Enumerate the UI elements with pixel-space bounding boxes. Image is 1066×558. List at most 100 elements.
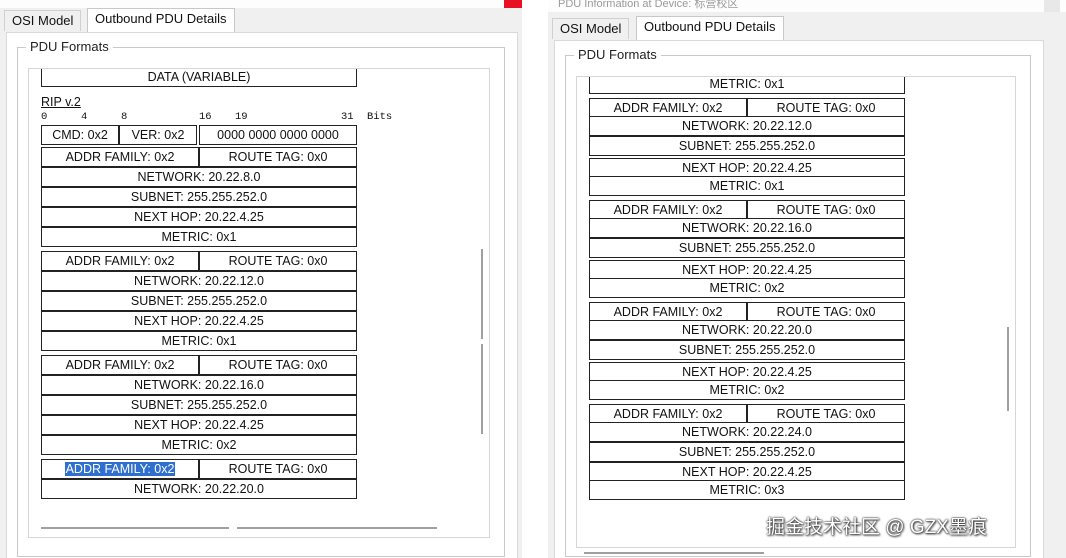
addr-family-field: ADDR FAMILY: 0x2 — [41, 147, 199, 167]
bit-label: 0 — [41, 111, 48, 123]
next-hop-field: NEXT HOP: 20.22.4.25 — [41, 415, 357, 435]
horizontal-scroll-thumb[interactable] — [584, 552, 764, 554]
pdu-formats-group: PDU Formats METRIC: 0x1 ADDR FAMILY: 0x2… — [565, 47, 1031, 558]
network-field: NETWORK: 20.22.12.0 — [589, 116, 905, 136]
selected-text[interactable]: ADDR FAMILY: 0x2 — [64, 462, 176, 476]
subnet-field: SUBNET: 255.255.252.0 — [41, 291, 357, 311]
tab-outbound-pdu-details[interactable]: Outbound PDU Details — [87, 8, 235, 33]
route-entry: ADDR FAMILY: 0x2 ROUTE TAG: 0x0 NETWORK: … — [41, 147, 357, 251]
network-field: NETWORK: 20.22.20.0 — [41, 479, 357, 499]
pdu-scroll-area[interactable]: METRIC: 0x1 ADDR FAMILY: 0x2 ROUTE TAG: 0… — [576, 76, 1016, 548]
next-hop-field: NEXT HOP: 20.22.4.25 — [589, 362, 905, 382]
subnet-field: SUBNET: 255.255.252.0 — [41, 395, 357, 415]
panel-gap — [522, 0, 548, 558]
subnet-field: SUBNET: 255.255.252.0 — [41, 187, 357, 207]
network-field: NETWORK: 20.22.16.0 — [41, 375, 357, 395]
bit-label: 19 — [235, 111, 248, 123]
addr-family-field: ADDR FAMILY: 0x2 — [589, 98, 747, 118]
subnet-field: SUBNET: 255.255.252.0 — [589, 238, 905, 258]
subnet-field: SUBNET: 255.255.252.0 — [589, 442, 905, 462]
route-tag-field: ROUTE TAG: 0x0 — [747, 200, 905, 220]
horizontal-scroll-thumb[interactable] — [41, 527, 229, 529]
pdu-formats-group: PDU Formats DATA (VARIABLE) RIP v.2 0 4 … — [17, 39, 505, 557]
horizontal-scroll-track-mark — [237, 527, 437, 529]
next-hop-field: NEXT HOP: 20.22.4.25 — [589, 260, 905, 280]
network-field: NETWORK: 20.22.24.0 — [589, 422, 905, 442]
close-button[interactable] — [1044, 0, 1060, 12]
data-variable-field: DATA (VARIABLE) — [41, 69, 357, 87]
subnet-field: SUBNET: 255.255.252.0 — [589, 340, 905, 360]
rip-title: RIP v.2 — [41, 95, 81, 109]
addr-family-field: ADDR FAMILY: 0x2 — [41, 355, 199, 375]
network-field: NETWORK: 20.22.16.0 — [589, 218, 905, 238]
subnet-field: SUBNET: 255.255.252.0 — [589, 136, 905, 156]
bit-label: 8 — [121, 111, 128, 123]
route-tag-field: ROUTE TAG: 0x0 — [199, 147, 357, 167]
next-hop-field: NEXT HOP: 20.22.4.25 — [41, 311, 357, 331]
ver-field: VER: 0x2 — [119, 125, 197, 145]
addr-family-field: ADDR FAMILY: 0x2 — [589, 302, 747, 322]
group-title: PDU Formats — [574, 47, 661, 62]
tab-content: PDU Formats METRIC: 0x1 ADDR FAMILY: 0x2… — [554, 40, 1044, 558]
route-tag-field: ROUTE TAG: 0x0 — [747, 98, 905, 118]
network-field: NETWORK: 20.22.20.0 — [589, 320, 905, 340]
bit-label: 31 — [341, 111, 354, 123]
bit-ruler: 0 4 8 16 19 31 Bits — [41, 111, 392, 125]
bit-label: 16 — [199, 111, 212, 123]
vertical-scrollbar[interactable] — [475, 69, 487, 537]
route-tag-field: ROUTE TAG: 0x0 — [199, 251, 357, 271]
network-field: NETWORK: 20.22.12.0 — [41, 271, 357, 291]
metric-field: METRIC: 0x2 — [589, 278, 905, 298]
network-field: NETWORK: 20.22.8.0 — [41, 167, 357, 187]
tab-osi-model[interactable]: OSI Model — [4, 10, 82, 31]
addr-family-field-selected[interactable]: ADDR FAMILY: 0x2 — [41, 459, 199, 479]
bit-label: 4 — [81, 111, 88, 123]
horizontal-scrollbar[interactable] — [39, 523, 469, 533]
vertical-scrollbar[interactable] — [1001, 77, 1013, 547]
left-pdu-window: OSI Model Outbound PDU Details PDU Forma… — [0, 0, 522, 558]
horizontal-scrollbar[interactable] — [584, 548, 970, 558]
tab-content: PDU Formats DATA (VARIABLE) RIP v.2 0 4 … — [6, 32, 518, 558]
route-entry: ADDR FAMILY: 0x2 ROUTE TAG: 0x0 NETWORK: … — [589, 98, 905, 200]
route-entry: ADDR FAMILY: 0x2 ROUTE TAG: 0x0 NETWORK: … — [41, 355, 357, 459]
addr-family-field: ADDR FAMILY: 0x2 — [589, 404, 747, 424]
vertical-scroll-thumb[interactable] — [1007, 327, 1009, 411]
close-button[interactable] — [504, 0, 522, 8]
title-bar: PDU Information at Device: 标营校区 — [548, 0, 1066, 12]
addr-family-field: ADDR FAMILY: 0x2 — [41, 251, 199, 271]
pdu-diagram: METRIC: 0x1 ADDR FAMILY: 0x2 ROUTE TAG: 0… — [589, 77, 905, 504]
watermark-text: 掘金技术社区 @ GZX墨痕 — [766, 517, 987, 538]
vertical-scroll-thumb[interactable] — [481, 249, 483, 339]
vertical-scroll-track-mark — [481, 344, 483, 434]
route-entry: ADDR FAMILY: 0x2 ROUTE TAG: 0x0 NETWORK: … — [589, 200, 905, 302]
metric-field: METRIC: 0x2 — [41, 435, 357, 455]
route-tag-field: ROUTE TAG: 0x0 — [199, 355, 357, 375]
window-title: PDU Information at Device: 标营校区 — [558, 0, 739, 10]
right-pdu-window: PDU Information at Device: 标营校区 OSI Mode… — [548, 0, 1066, 558]
route-entry: ADDR FAMILY: 0x2 ROUTE TAG: 0x0 NETWORK: … — [589, 302, 905, 404]
addr-family-field: ADDR FAMILY: 0x2 — [589, 200, 747, 220]
next-hop-field: NEXT HOP: 20.22.4.25 — [589, 158, 905, 178]
pdu-scroll-area[interactable]: DATA (VARIABLE) RIP v.2 0 4 8 16 19 31 B… — [28, 68, 490, 538]
bits-unit-label: Bits — [367, 111, 393, 123]
tab-outbound-pdu-details[interactable]: Outbound PDU Details — [636, 16, 784, 41]
route-entry: ADDR FAMILY: 0x2 ROUTE TAG: 0x0 NETWORK: … — [41, 251, 357, 355]
metric-field: METRIC: 0x1 — [41, 227, 357, 247]
route-entry: ADDR FAMILY: 0x2 ROUTE TAG: 0x0 NETWORK: … — [41, 459, 357, 499]
metric-field: METRIC: 0x1 — [589, 176, 905, 196]
title-bar — [0, 0, 522, 8]
metric-field: METRIC: 0x1 — [589, 77, 905, 94]
next-hop-field: NEXT HOP: 20.22.4.25 — [589, 462, 905, 482]
next-hop-field: NEXT HOP: 20.22.4.25 — [41, 207, 357, 227]
route-tag-field: ROUTE TAG: 0x0 — [747, 302, 905, 322]
metric-field: METRIC: 0x3 — [589, 480, 905, 500]
route-tag-field: ROUTE TAG: 0x0 — [199, 459, 357, 479]
group-title: PDU Formats — [26, 39, 113, 54]
tab-osi-model[interactable]: OSI Model — [552, 18, 630, 39]
metric-field: METRIC: 0x1 — [41, 331, 357, 351]
cmd-field: CMD: 0x2 — [41, 125, 119, 145]
metric-field: METRIC: 0x2 — [589, 380, 905, 400]
zero-field: 0000 0000 0000 0000 — [199, 125, 357, 145]
route-tag-field: ROUTE TAG: 0x0 — [747, 404, 905, 424]
route-entry: ADDR FAMILY: 0x2 ROUTE TAG: 0x0 NETWORK: … — [589, 404, 905, 504]
